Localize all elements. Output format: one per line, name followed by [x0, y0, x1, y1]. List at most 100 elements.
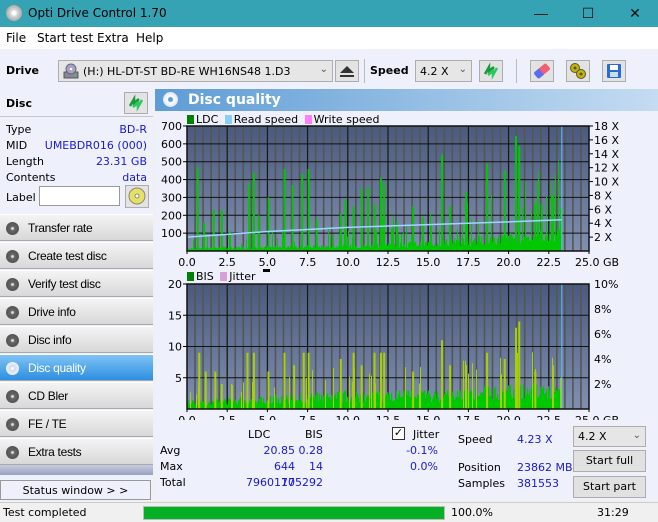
y-tick-label: 5	[175, 372, 182, 385]
x-tick-label: 22.5	[537, 414, 562, 420]
data-bar	[349, 376, 350, 409]
nav-disc-info[interactable]: Disc info	[0, 326, 153, 353]
nav-fe-te[interactable]: FE / TE	[0, 410, 153, 437]
minimize-icon[interactable]: —	[518, 0, 564, 27]
nav-extra-tests[interactable]: Extra tests	[0, 438, 153, 465]
disc-refresh-button[interactable]	[124, 92, 148, 114]
jitter-label: Jitter	[413, 428, 440, 441]
data-peak	[503, 170, 506, 251]
data-bar	[478, 220, 479, 251]
y-tick-label: 20	[168, 278, 182, 291]
menu-help[interactable]: Help	[136, 31, 163, 45]
nav-label: Extra tests	[28, 445, 82, 459]
data-peak	[220, 209, 223, 251]
jitter-checkbox[interactable]: ✓	[392, 427, 405, 440]
data-peak	[441, 340, 444, 409]
test-speed-select[interactable]: 4.2 X ⌄	[573, 426, 646, 447]
data-peak	[518, 321, 521, 409]
data-peak	[449, 206, 452, 251]
data-peak	[503, 359, 506, 409]
eraser-icon	[534, 63, 550, 79]
menu-extra[interactable]: Extra	[97, 31, 129, 45]
data-peak	[396, 222, 399, 251]
y2-tick-label: 6%	[594, 328, 611, 341]
y-tick-label: 500	[161, 156, 182, 169]
data-peak	[267, 371, 270, 409]
start-full-button[interactable]: Start full	[573, 450, 646, 472]
legend-marker	[263, 269, 270, 272]
nav-drive-info[interactable]: Drive info	[0, 298, 153, 325]
data-bar	[196, 394, 197, 409]
data-bar	[500, 357, 501, 409]
data-bar	[420, 367, 421, 409]
data-bar	[462, 224, 463, 251]
y2-tick-label: 2 X	[594, 231, 612, 244]
data-bar	[405, 367, 406, 409]
y-tick-label: 300	[161, 191, 182, 204]
speed-readout: 4.23 X	[517, 433, 553, 446]
data-bar	[431, 222, 432, 251]
eject-button[interactable]	[335, 60, 359, 82]
close-icon[interactable]: ✕	[612, 0, 658, 27]
menu-file[interactable]: File	[6, 31, 26, 45]
start-part-button[interactable]: Start part	[573, 476, 646, 498]
data-bar	[538, 170, 539, 251]
disc-label-input[interactable]	[39, 186, 120, 206]
speed-label: Speed	[370, 64, 409, 77]
stats-row-label: Max	[160, 460, 183, 473]
data-peak	[267, 197, 270, 251]
data-bar	[252, 233, 253, 251]
data-peak	[204, 371, 207, 409]
data-bar	[382, 218, 383, 251]
disc-label-button[interactable]	[125, 185, 149, 208]
disc-icon	[6, 446, 19, 459]
data-peak	[196, 167, 199, 251]
menu-start-test[interactable]: Start test	[37, 31, 93, 45]
x-tick-label: 25.0 GB	[575, 256, 619, 269]
drive-select[interactable]: (H:) HL-DT-ST BD-RE WH16NS48 1.D3 ⌄	[58, 60, 333, 82]
data-peak	[283, 352, 286, 409]
save-button[interactable]	[602, 60, 626, 82]
y-tick-label: 600	[161, 138, 182, 151]
nav-verify-test-disc[interactable]: Verify test disc	[0, 270, 153, 297]
data-peak	[518, 145, 521, 251]
refresh-button[interactable]	[479, 60, 503, 82]
data-bar	[246, 239, 247, 251]
data-bar	[392, 226, 393, 251]
data-peak	[344, 199, 347, 251]
x-tick-label: 2.5	[218, 256, 236, 269]
toolbar-separator	[364, 59, 365, 83]
data-peak	[465, 192, 468, 251]
toolbar-separator	[516, 59, 517, 83]
data-bar	[371, 375, 372, 409]
x-tick-label: 7.5	[299, 414, 317, 420]
erase-button[interactable]	[530, 60, 554, 82]
data-bar	[555, 173, 556, 251]
stats-bis-value: 105292	[281, 476, 323, 489]
speed-select[interactable]: 4.2 X ⌄	[415, 60, 472, 82]
nav-disc-quality[interactable]: Disc quality	[0, 354, 153, 381]
nav-transfer-rate[interactable]: Transfer rate	[0, 214, 153, 241]
y-tick-label: 700	[161, 120, 182, 133]
data-peak	[307, 168, 310, 251]
data-bar	[476, 369, 477, 409]
speed-label: Speed	[458, 433, 493, 446]
data-peak	[212, 209, 215, 251]
data-bar	[525, 182, 526, 251]
data-peak	[373, 352, 376, 409]
data-peak	[383, 352, 386, 409]
data-peak	[486, 352, 489, 409]
y2-tick-label: 14 X	[594, 148, 619, 161]
settings-button[interactable]	[566, 60, 590, 82]
bis-chart: 5 10 15 20 2% 4% 6% 8% 10% 0.0 2.5 5.0 7.5 10.0 12.5 15…	[168, 278, 619, 420]
nav-create-test-disc[interactable]: Create test disc	[0, 242, 153, 269]
data-bar	[306, 377, 307, 409]
y2-tick-label: 16 X	[594, 134, 619, 147]
data-peak	[246, 352, 249, 409]
nav-cd-bler[interactable]: CD Bler	[0, 382, 153, 409]
maximize-icon[interactable]: ☐	[565, 0, 611, 27]
data-bar	[472, 363, 473, 409]
data-bar	[282, 229, 283, 251]
data-bar	[531, 211, 532, 251]
status-window-button[interactable]: Status window > >	[0, 480, 151, 500]
